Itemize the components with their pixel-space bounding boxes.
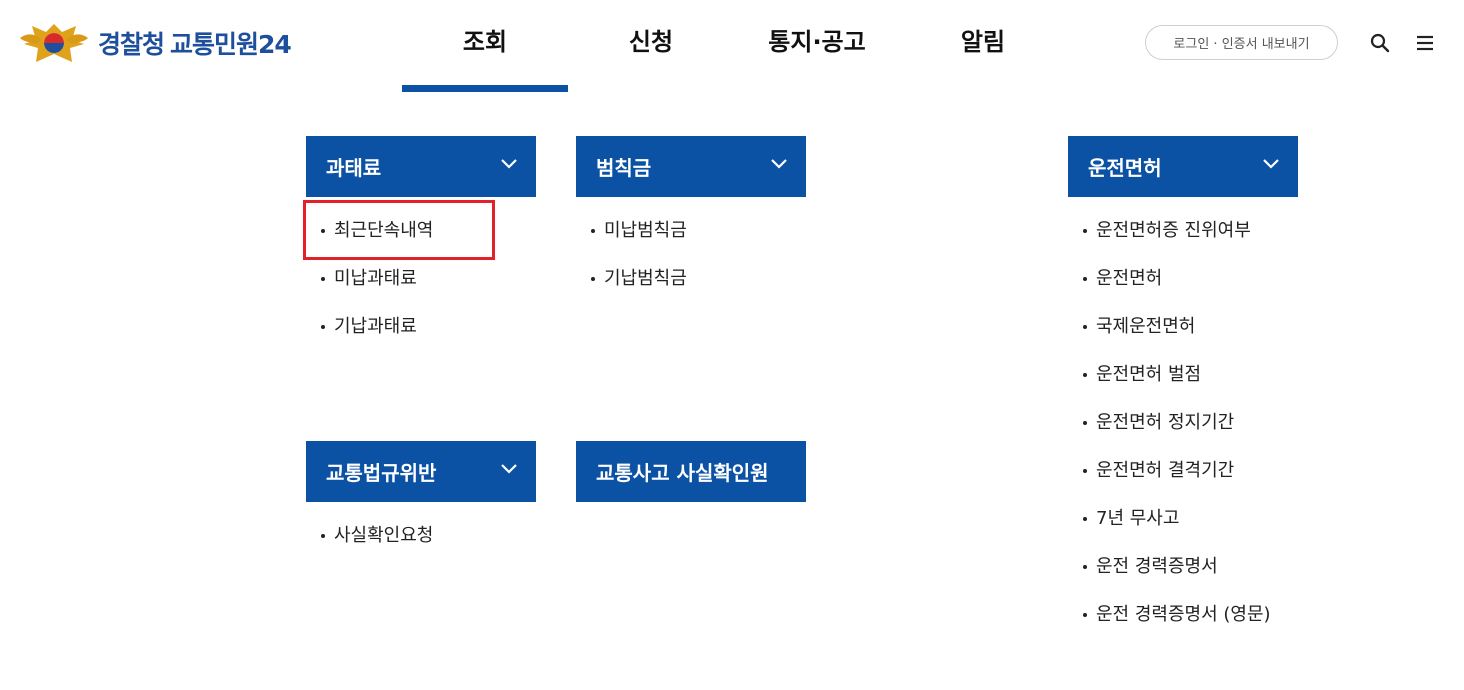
license-submenu: 운전면허증 진위여부 운전면허 국제운전면허 운전면허 벌점 운전면허 정지기간… [1068, 207, 1271, 639]
nav-tab-inquiry[interactable]: 조회 [402, 0, 568, 92]
nav-tab-notice[interactable]: 통지·공고 [734, 0, 900, 92]
category-license-title: 운전면허 [1088, 156, 1162, 180]
menu-item-recent-enforcement[interactable]: 최근단속내역 [306, 207, 433, 255]
login-certificate-button[interactable]: 로그인 · 인증서 내보내기 [1145, 25, 1338, 60]
category-violation-title: 교통법규위반 [326, 461, 437, 485]
menu-item-paid-fine[interactable]: 기납과태료 [306, 303, 433, 351]
chevron-down-icon [1263, 159, 1279, 169]
category-license[interactable]: 운전면허 [1068, 136, 1298, 197]
menu-item-license-authenticity[interactable]: 운전면허증 진위여부 [1068, 207, 1271, 255]
category-violation[interactable]: 교통법규위반 [306, 441, 536, 502]
menu-item-international-license[interactable]: 국제운전면허 [1068, 303, 1271, 351]
menu-item-license-disqualification[interactable]: 운전면허 결격기간 [1068, 447, 1271, 495]
menu-item-license-penalty-points[interactable]: 운전면허 벌점 [1068, 351, 1271, 399]
menu-item-driving-record[interactable]: 운전 경력증명서 [1068, 543, 1271, 591]
menu-item-license[interactable]: 운전면허 [1068, 255, 1271, 303]
site-title: 경찰청 교통민원24 [98, 25, 292, 61]
menu-item-driving-record-english[interactable]: 운전 경력증명서 (영문) [1068, 591, 1271, 639]
menu-item-seven-year-no-accident[interactable]: 7년 무사고 [1068, 495, 1271, 543]
site-header: 경찰청 교통민원24 조회 신청 통지·공고 알림 로그인 · 인증서 내보내기 [0, 0, 1464, 92]
category-penalty[interactable]: 범칙금 [576, 136, 806, 197]
fine-submenu: 최근단속내역 미납과태료 기납과태료 [306, 207, 433, 351]
menu-item-unpaid-penalty[interactable]: 미납범칙금 [576, 207, 687, 255]
category-penalty-title: 범칙금 [596, 156, 652, 180]
menu-item-paid-penalty[interactable]: 기납범칙금 [576, 255, 687, 303]
hamburger-menu-icon[interactable] [1414, 32, 1436, 54]
penalty-submenu: 미납범칙금 기납범칙금 [576, 207, 687, 303]
nav-tab-alerts[interactable]: 알림 [900, 0, 1066, 92]
category-accident-confirmation[interactable]: 교통사고 사실확인원 [576, 441, 806, 502]
search-icon[interactable] [1369, 32, 1391, 54]
police-emblem-icon [20, 24, 88, 62]
violation-submenu: 사실확인요청 [306, 512, 433, 560]
menu-item-unpaid-fine[interactable]: 미납과태료 [306, 255, 433, 303]
nav-tab-application[interactable]: 신청 [568, 0, 734, 92]
chevron-down-icon [771, 159, 787, 169]
menu-item-license-suspension[interactable]: 운전면허 정지기간 [1068, 399, 1271, 447]
chevron-down-icon [501, 464, 517, 474]
category-accident-title: 교통사고 사실확인원 [596, 461, 769, 485]
category-fine-title: 과태료 [326, 156, 382, 180]
category-fine[interactable]: 과태료 [306, 136, 536, 197]
chevron-down-icon [501, 159, 517, 169]
site-logo[interactable]: 경찰청 교통민원24 [18, 18, 292, 68]
brand-service: 교통민원24 [170, 30, 292, 59]
brand-org: 경찰청 [98, 30, 165, 59]
menu-item-fact-check-request[interactable]: 사실확인요청 [306, 512, 433, 560]
